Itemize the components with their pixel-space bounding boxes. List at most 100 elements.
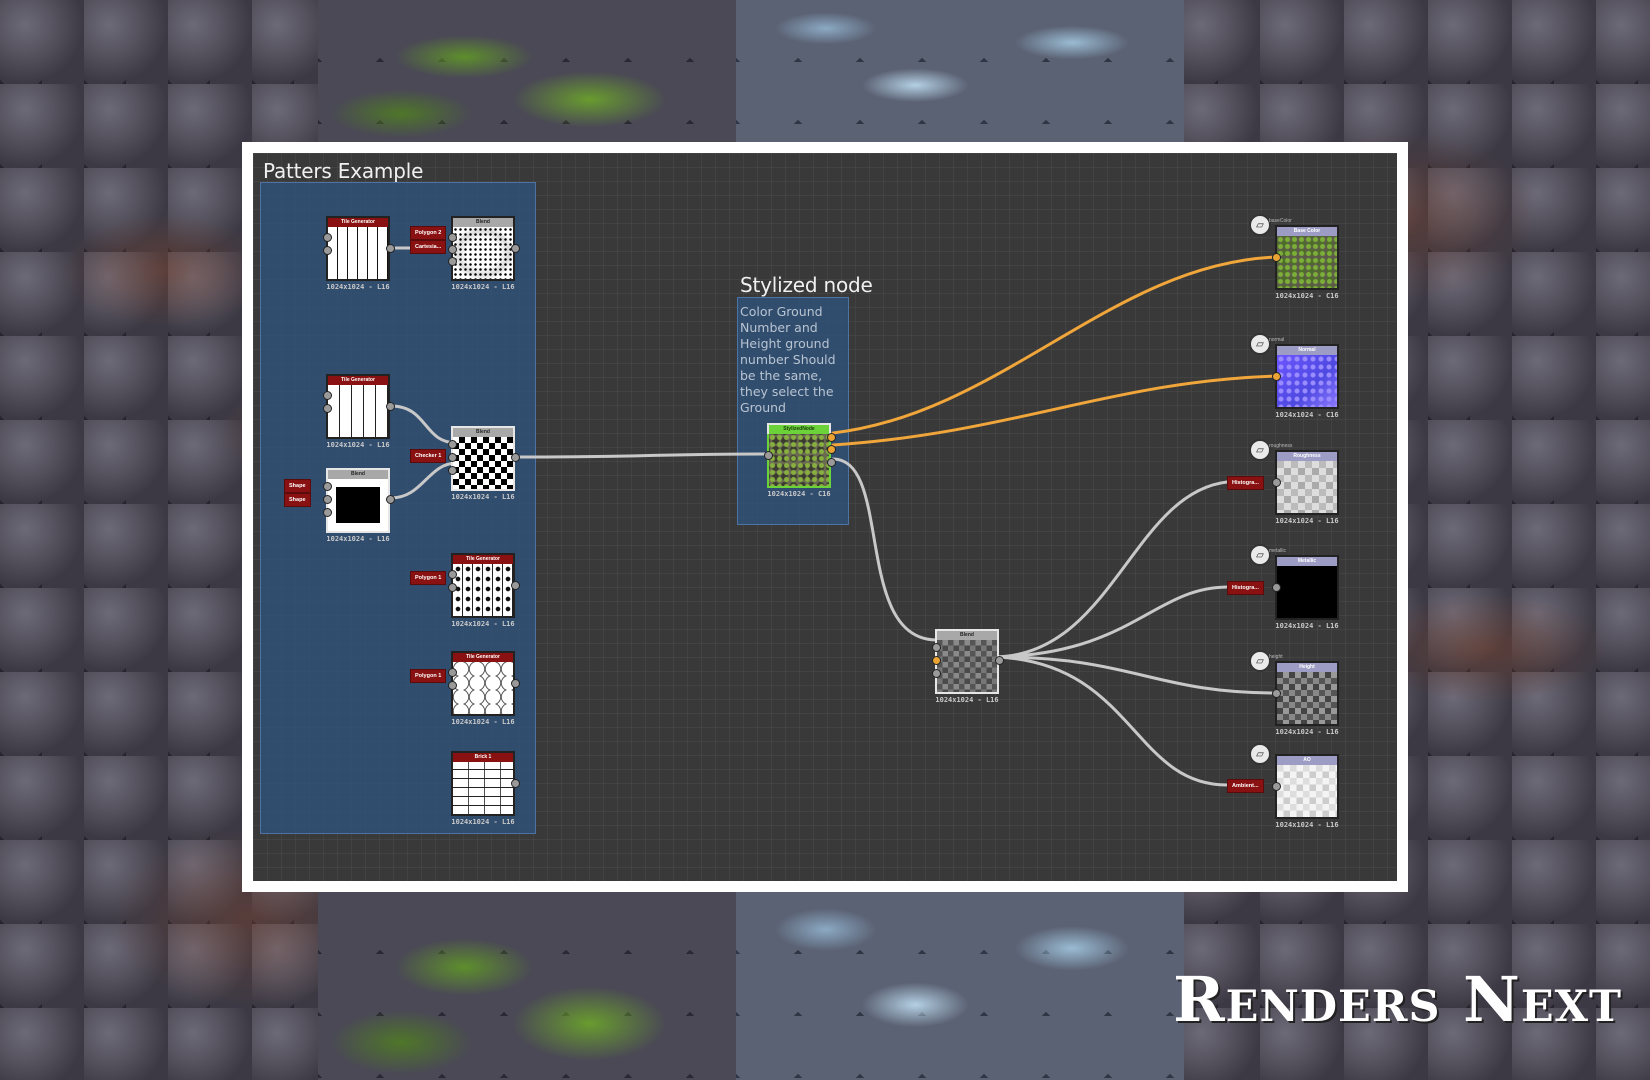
output-port-height[interactable] [827,458,836,467]
input-tag-polygon1-b[interactable]: Polygon 1 [410,669,447,683]
output-port[interactable] [511,453,520,462]
node-blend-2[interactable]: Blend 1024x1024 - L16 [448,426,520,501]
input-port[interactable] [448,440,457,449]
input-port[interactable] [448,257,457,266]
node-header: Tile Generator [451,651,515,662]
input-port[interactable] [448,245,457,254]
input-port[interactable] [1272,253,1281,262]
texture-strip-moss-bottom [318,892,736,1080]
output-port[interactable] [386,402,395,411]
input-port[interactable] [1272,478,1281,487]
input-port[interactable] [323,233,332,242]
node-header: Metallic [1275,555,1339,566]
node-thumbnail [1275,672,1339,726]
input-port[interactable] [323,246,332,255]
node-header: Blend [451,216,515,227]
input-port[interactable] [323,404,332,413]
input-port[interactable] [448,466,457,475]
input-port[interactable] [323,391,332,400]
output-port[interactable] [995,656,1004,665]
node-resolution: 1024x1024 - L16 [326,535,390,543]
input-tag-shape-a[interactable]: Shape [284,479,311,493]
input-port[interactable] [448,570,457,579]
screenshot-frame: Patters Example Stylized node Color Grou… [242,142,1408,892]
node-resolution: 1024x1024 - C16 [1275,292,1339,300]
node-resolution: 1024x1024 - L16 [1275,622,1339,630]
input-port[interactable] [448,583,457,592]
node-thumbnail [451,437,515,491]
input-port[interactable] [932,656,941,665]
wire-stylized-normal [831,374,1279,447]
output-label: height [1269,654,1283,660]
node-header: Tile Generator [326,374,390,385]
input-port[interactable] [1272,583,1281,592]
input-port[interactable] [1272,782,1281,791]
output-port[interactable] [511,581,520,590]
node-thumbnail [326,479,390,533]
output-port[interactable] [511,779,520,788]
output-port-normal[interactable] [827,445,836,454]
input-tag-ambient[interactable]: Ambient... [1227,779,1264,793]
output-label: baseColor [1269,218,1292,224]
node-output-normal[interactable]: Normal 1024x1024 - C16 [1272,344,1339,419]
input-tag-checker1[interactable]: Checker 1 [410,449,447,463]
wire-blend-metallic [995,585,1229,659]
node-header: Blend [451,426,515,437]
input-port[interactable] [932,643,941,652]
node-stylized[interactable]: StylizedNode 1024x1024 - C16 [764,423,836,498]
group-title: Patters Example [263,159,424,183]
output-cube-icon: ▱ [1249,333,1271,355]
node-resolution: 1024x1024 - L16 [1275,728,1339,736]
input-port[interactable] [448,453,457,462]
renders-next-logo: Renders Next [1173,963,1622,1036]
node-output-roughness[interactable]: Roughness 1024x1024 - L16 [1272,450,1339,525]
input-port[interactable] [1272,372,1281,381]
output-cube-icon: ▱ [1249,743,1271,765]
input-port[interactable] [932,669,941,678]
wire-blend2-stylized [513,452,775,459]
input-tag-histogram-a[interactable]: Histogra... [1227,476,1264,490]
node-tile-generator-1[interactable]: Tile Generator 1024x1024 - L16 [323,216,395,291]
output-port[interactable] [386,495,395,504]
input-port[interactable] [323,482,332,491]
input-tag-polygon1-a[interactable]: Polygon 1 [410,571,447,585]
node-tile-generator-4[interactable]: Tile Generator 1024x1024 - L16 [448,651,520,726]
node-graph-canvas[interactable]: Patters Example Stylized node Color Grou… [253,153,1397,881]
node-output-height[interactable]: Height 1024x1024 - L16 [1272,661,1339,736]
output-label: normal [1269,337,1285,343]
input-port[interactable] [448,233,457,242]
input-port[interactable] [323,495,332,504]
input-tag-polygon2[interactable]: Polygon 2 [410,226,447,240]
node-thumbnail [326,227,390,281]
texture-strip-water-top [736,0,1184,142]
node-blend-main[interactable]: Blend 1024x1024 - L16 [932,629,1004,704]
node-output-basecolor[interactable]: Base Color 1024x1024 - C16 [1272,225,1339,300]
node-header: StylizedNode [767,423,831,434]
texture-strip-moss-top [318,0,736,142]
node-resolution: 1024x1024 - L16 [1275,517,1339,525]
input-port[interactable] [323,508,332,517]
output-port[interactable] [511,244,520,253]
output-port[interactable] [511,679,520,688]
wire-stylized-basecolor [831,255,1279,435]
input-tag-shape-b[interactable]: Shape [284,493,311,507]
node-header: Height [1275,661,1339,672]
wire-blend-roughness [995,480,1229,659]
node-tile-generator-3[interactable]: Tile Generator 1024x1024 - L16 [448,553,520,628]
input-tag-histogram-b[interactable]: Histogra... [1227,581,1264,595]
node-brick-1[interactable]: Brick 1 1024x1024 - L16 [451,751,520,826]
output-port[interactable] [386,244,395,253]
input-tag-cartesian[interactable]: Cartesia... [410,240,447,254]
node-blend-3[interactable]: Blend 1024x1024 - L16 [323,468,395,543]
node-output-metallic[interactable]: Metallic 1024x1024 - L16 [1272,555,1339,630]
node-resolution: 1024x1024 - C16 [767,490,831,498]
node-thumbnail [326,385,390,439]
input-port[interactable] [448,668,457,677]
node-output-ao[interactable]: AO 1024x1024 - L16 [1272,754,1339,829]
node-tile-generator-2[interactable]: Tile Generator 1024x1024 - L16 [323,374,395,449]
node-blend-1[interactable]: Blend 1024x1024 - L16 [448,216,520,291]
input-port[interactable] [448,681,457,690]
input-port[interactable] [764,451,773,460]
input-port[interactable] [1272,689,1281,698]
output-port-basecolor[interactable] [827,433,836,442]
